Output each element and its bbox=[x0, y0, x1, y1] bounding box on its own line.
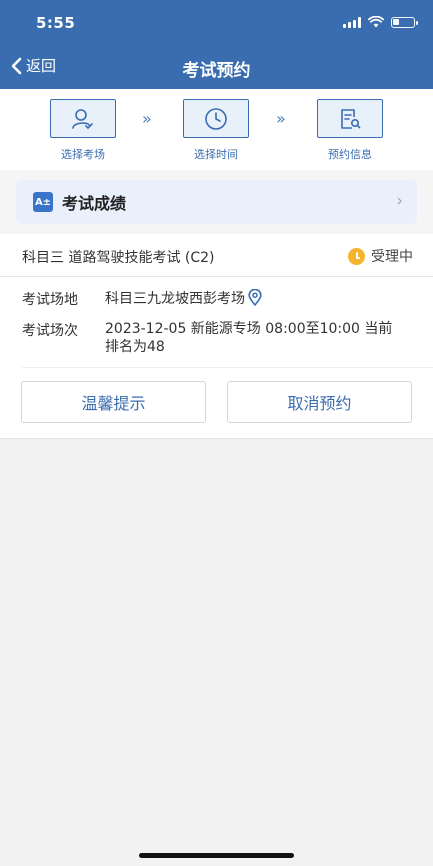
tips-button[interactable]: 温馨提示 bbox=[21, 381, 206, 423]
appointment-card: 科目三 道路驾驶技能考试 (C2) 受理中 考试场地 科目三九龙坡西彭考场 考试… bbox=[0, 234, 433, 439]
step-box bbox=[317, 99, 383, 138]
venue-name: 科目三九龙坡西彭考场 bbox=[105, 291, 245, 307]
booking-steps: 选择考场 » 选择时间 » 预约信息 bbox=[0, 89, 433, 170]
exam-score-label: 考试成绩 bbox=[62, 194, 127, 213]
step-label: 选择考场 bbox=[61, 148, 105, 161]
double-chevron-right-icon: » bbox=[142, 109, 152, 128]
location-pin-icon[interactable] bbox=[248, 289, 262, 306]
session-label: 考试场次 bbox=[22, 323, 78, 339]
exam-title: 科目三 道路驾驶技能考试 (C2) bbox=[22, 250, 215, 266]
session-line-1: 2023-12-05 新能源专场 08:00至10:00 当前 bbox=[105, 321, 393, 337]
battery-icon bbox=[391, 16, 418, 28]
divider bbox=[0, 276, 433, 277]
signal-icon bbox=[343, 16, 361, 28]
home-indicator bbox=[139, 853, 294, 858]
cancel-booking-button[interactable]: 取消预约 bbox=[227, 381, 412, 423]
clock-status-icon bbox=[348, 247, 365, 265]
header: 5:55 返回 考试预约 bbox=[0, 0, 433, 89]
step-select-venue: 选择考场 bbox=[43, 99, 123, 162]
double-chevron-right-icon: » bbox=[276, 109, 286, 128]
status-time: 5:55 bbox=[36, 14, 76, 32]
venue-value: 科目三九龙坡西彭考场 bbox=[105, 289, 262, 308]
venue-label: 考试场地 bbox=[22, 292, 78, 308]
score-section: A± 考试成绩 › bbox=[0, 170, 433, 234]
status-badge: 受理中 bbox=[348, 246, 413, 266]
step-box bbox=[50, 99, 116, 138]
document-search-icon bbox=[341, 108, 361, 129]
exam-score-button[interactable]: A± 考试成绩 › bbox=[16, 180, 417, 224]
step-label: 预约信息 bbox=[328, 148, 372, 161]
chevron-right-icon: › bbox=[396, 191, 403, 211]
step-box bbox=[183, 99, 249, 138]
step-booking-info: 预约信息 bbox=[310, 99, 390, 162]
page-title: 考试预约 bbox=[182, 61, 251, 81]
clock-icon bbox=[205, 107, 227, 130]
step-select-time: 选择时间 bbox=[176, 99, 256, 162]
divider bbox=[22, 367, 433, 368]
status-text: 受理中 bbox=[371, 249, 413, 265]
score-icon: A± bbox=[33, 192, 53, 212]
session-value: 2023-12-05 新能源专场 08:00至10:00 当前 排名为48 bbox=[105, 320, 392, 356]
exam-booking-page: 5:55 返回 考试预约 选择考场 » 选择时间 » 预约信息 A± 考试成绩 … bbox=[0, 0, 433, 866]
status-icons bbox=[343, 16, 418, 28]
person-check-icon bbox=[72, 108, 93, 129]
session-line-2: 排名为48 bbox=[105, 339, 165, 355]
step-label: 选择时间 bbox=[194, 148, 238, 161]
wifi-icon bbox=[368, 16, 384, 28]
